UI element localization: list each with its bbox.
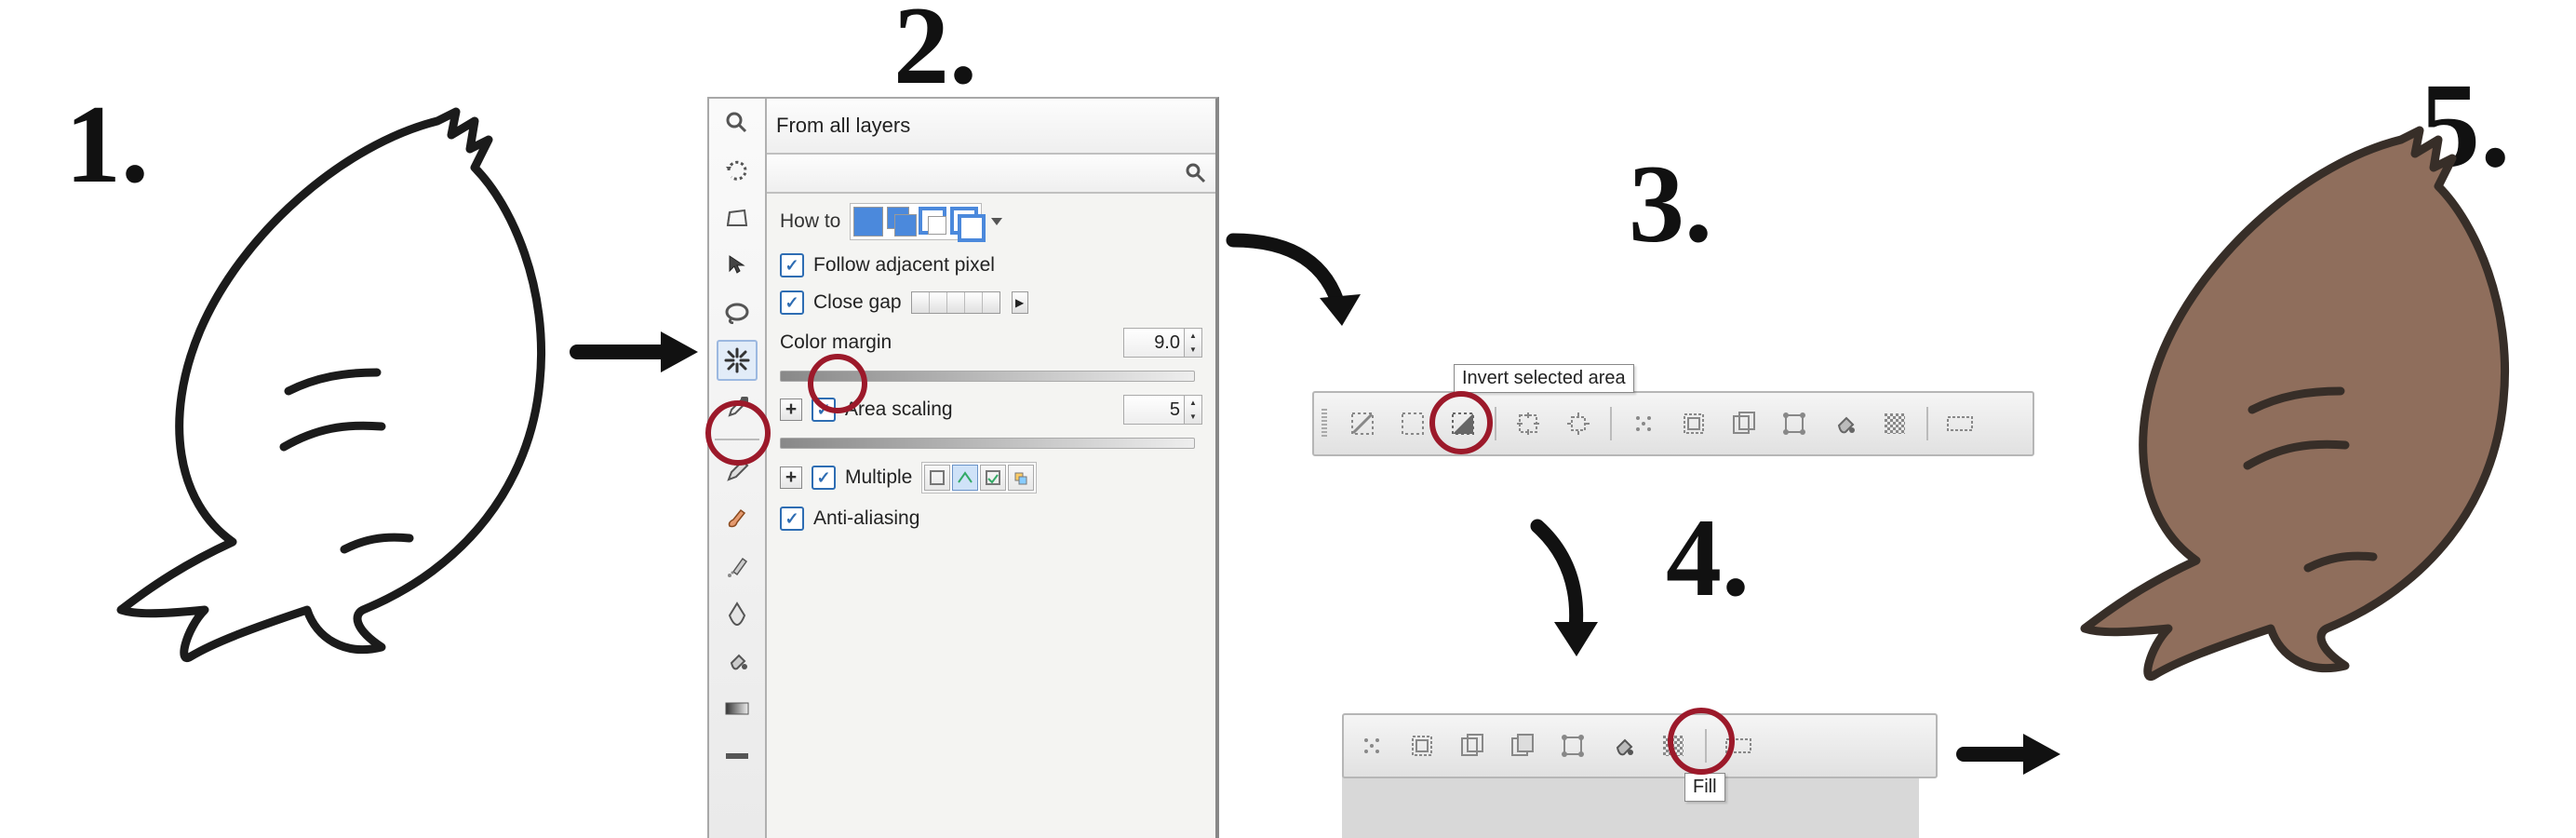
follow-adjacent-label: Follow adjacent pixel	[813, 254, 995, 277]
brush-tool-icon[interactable]	[717, 498, 758, 539]
toolbar-separator	[1926, 407, 1928, 440]
multi-ref-checkbox[interactable]	[812, 466, 836, 490]
toolbar-separator	[1610, 407, 1612, 440]
selection-toolbar-2	[1342, 713, 1938, 778]
rotate-tool-icon[interactable]	[717, 150, 758, 191]
step-number-2: 2.	[893, 0, 977, 110]
gradient-tool-icon[interactable]	[717, 688, 758, 729]
close-gap-label: Close gap	[813, 291, 902, 314]
arrow-4-to-5	[1954, 717, 2075, 791]
move-tool-icon[interactable]	[717, 245, 758, 286]
color-margin-label: Color margin	[780, 331, 892, 354]
crop-by-selection-icon[interactable]	[1673, 403, 1714, 444]
crop-by-selection-icon[interactable]	[1402, 725, 1442, 766]
multi-ref-row: + Multiple	[780, 462, 1202, 493]
selection-toolbar	[1312, 391, 2034, 456]
arrow-1-to-2	[568, 315, 717, 389]
follow-adjacent-row[interactable]: Follow adjacent pixel	[780, 253, 1202, 277]
bucket-tool-icon[interactable]	[717, 641, 758, 682]
clear-selection-icon[interactable]	[1351, 725, 1392, 766]
close-gap-size-picker[interactable]	[911, 291, 1000, 314]
magic-wand-tool-icon[interactable]	[717, 340, 758, 381]
property-header[interactable]: From all layers	[767, 99, 1215, 155]
invert-tooltip: Invert selected area	[1454, 364, 1634, 393]
annotation-circle-fill	[1668, 708, 1735, 775]
toolbar-grip[interactable]	[1322, 409, 1327, 439]
select-all-icon[interactable]	[1392, 403, 1433, 444]
area-scaling-value[interactable]: 5	[1123, 395, 1185, 425]
multi-ref-options[interactable]	[921, 462, 1037, 493]
ref-opt-4-icon[interactable]	[1008, 465, 1034, 491]
reference-layer-label: From all layers	[776, 114, 910, 138]
multi-ref-label: Multiple	[845, 466, 912, 489]
pen-tool-icon[interactable]	[717, 593, 758, 634]
step-number-3: 3.	[1629, 140, 1712, 268]
ref-opt-3-icon[interactable]	[980, 465, 1006, 491]
area-scaling-slider[interactable]	[780, 438, 1195, 449]
color-margin-spinner[interactable]: ▲▼	[1185, 328, 1202, 358]
annotation-circle-invert	[1429, 391, 1493, 454]
area-scaling-spinner[interactable]: ▲▼	[1185, 395, 1202, 425]
deselect-icon[interactable]	[1342, 403, 1383, 444]
howto-row: How to	[780, 203, 1202, 240]
close-gap-more-icon[interactable]: ▶	[1012, 291, 1028, 314]
scale-rotate-icon[interactable]	[1552, 725, 1593, 766]
scale-rotate-icon[interactable]	[1774, 403, 1815, 444]
clear-selection-icon[interactable]	[1623, 403, 1664, 444]
line-tool-icon[interactable]	[717, 736, 758, 777]
annotation-circle-closegap	[808, 354, 867, 413]
mode-dropdown-icon[interactable]	[991, 218, 1002, 225]
step-number-4: 4.	[1666, 493, 1750, 622]
howto-label: How to	[780, 210, 840, 233]
tool-properties-panel: From all layers How to Follow adjacent p…	[707, 97, 1219, 838]
property-column: From all layers How to Follow adjacent p…	[767, 99, 1215, 838]
copy-selection-icon[interactable]	[1724, 403, 1764, 444]
expand-icon-2[interactable]: +	[780, 466, 802, 489]
expand-selection-icon[interactable]	[1558, 403, 1599, 444]
mode-intersect-icon[interactable]	[950, 207, 978, 235]
area-scaling-label: Area scaling	[845, 399, 953, 421]
color-margin-row: Color margin 9.0 ▲▼	[780, 328, 1202, 358]
mode-add-icon[interactable]	[887, 207, 915, 235]
close-gap-row[interactable]: Close gap ▶	[780, 291, 1202, 315]
new-layer-from-selection-icon[interactable]	[1939, 403, 1980, 444]
copy-selection-icon[interactable]	[1452, 725, 1493, 766]
arrow-3-to-4	[1509, 512, 1630, 670]
tool-column	[709, 99, 767, 838]
fill-selection-icon[interactable]	[1824, 403, 1865, 444]
mode-sub-icon[interactable]	[919, 207, 946, 235]
selection-mode-group[interactable]	[850, 203, 982, 240]
annotation-circle-wand	[705, 400, 771, 466]
lineart-unfilled	[102, 93, 605, 689]
area-scaling-slider-row	[780, 438, 1202, 449]
mode-new-icon[interactable]	[853, 207, 883, 237]
fill-selection-icon[interactable]	[1603, 725, 1644, 766]
ref-opt-1-icon[interactable]	[924, 465, 950, 491]
follow-adjacent-checkbox[interactable]	[780, 253, 804, 277]
anti-aliasing-row[interactable]: Anti-aliasing	[780, 507, 1202, 531]
lasso-tool-icon[interactable]	[717, 292, 758, 333]
arrow-2-to-3	[1219, 222, 1377, 343]
color-margin-value[interactable]: 9.0	[1123, 328, 1185, 358]
airbrush-tool-icon[interactable]	[717, 546, 758, 587]
expand-icon[interactable]: +	[780, 399, 802, 421]
toolbar-separator	[1495, 407, 1496, 440]
lineart-filled	[2066, 112, 2569, 708]
cut-paste-icon[interactable]	[1502, 725, 1543, 766]
anti-aliasing-label: Anti-aliasing	[813, 507, 919, 530]
shrink-selection-icon[interactable]	[1508, 403, 1549, 444]
property-body: How to Follow adjacent pixel Close gap	[767, 194, 1215, 838]
settings-gear-icon[interactable]	[1184, 161, 1208, 185]
close-gap-checkbox[interactable]	[780, 291, 804, 315]
ref-opt-2-icon[interactable]	[952, 465, 978, 491]
fill-tooltip: Fill	[1684, 773, 1725, 802]
zoom-tool-icon[interactable]	[717, 102, 758, 143]
perspective-tool-icon[interactable]	[717, 197, 758, 238]
anti-aliasing-checkbox[interactable]	[780, 507, 804, 531]
property-gear-row	[767, 155, 1215, 194]
tone-selection-icon[interactable]	[1874, 403, 1915, 444]
